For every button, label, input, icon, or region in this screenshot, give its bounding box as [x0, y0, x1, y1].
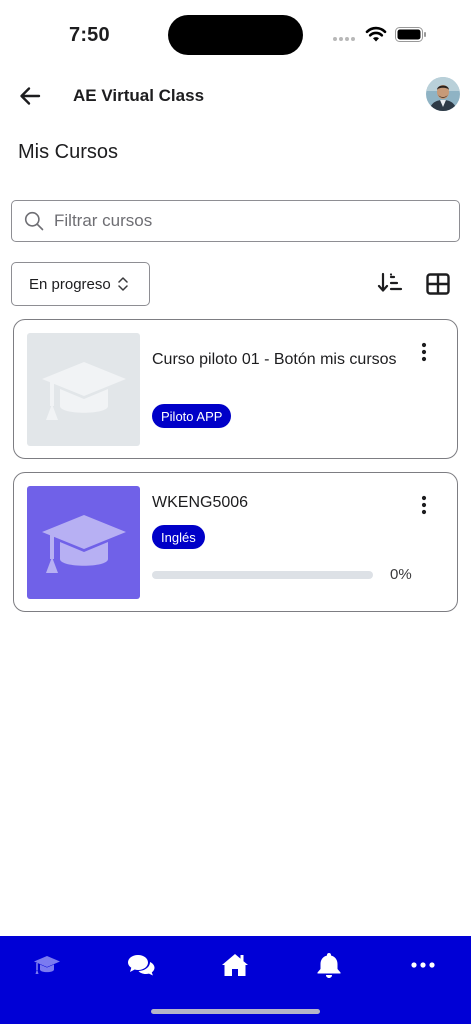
course-card[interactable]: WKENG5006 Inglés 0% [13, 472, 458, 612]
course-progress-label: 0% [390, 566, 412, 583]
more-vertical-icon[interactable] [416, 341, 432, 363]
home-indicator [151, 1009, 320, 1014]
course-category-badge: Inglés [152, 525, 205, 549]
dynamic-island [168, 15, 303, 55]
course-thumbnail [27, 486, 140, 599]
user-avatar[interactable] [426, 77, 460, 111]
cellular-signal-icon [333, 37, 357, 42]
arrow-left-icon [20, 87, 41, 105]
battery-icon [395, 27, 426, 42]
nav-courses-button[interactable] [29, 950, 65, 980]
chat-bubbles-icon [128, 955, 155, 976]
more-horizontal-icon [411, 962, 435, 968]
status-time: 7:50 [69, 24, 110, 46]
home-icon [222, 954, 248, 976]
more-vertical-icon[interactable] [416, 494, 432, 516]
graduation-cap-icon [41, 361, 126, 420]
nav-messages-button[interactable] [123, 950, 159, 980]
wifi-icon [365, 26, 387, 42]
grid-view-icon[interactable] [426, 273, 450, 295]
nav-home-button[interactable] [217, 950, 253, 980]
avatar-photo-icon [426, 77, 460, 111]
course-category-badge: Piloto APP [152, 404, 232, 428]
sort-icon[interactable] [377, 271, 403, 295]
back-button[interactable] [14, 82, 46, 110]
course-progress-bar [152, 571, 373, 579]
app-title: AE Virtual Class [73, 86, 205, 105]
status-bar: 7:50 [0, 0, 471, 70]
chevron-up-down-icon [117, 277, 128, 291]
search-icon [24, 211, 44, 231]
status-filter-label: En progreso [29, 275, 111, 293]
app-header: AE Virtual Class [0, 70, 471, 122]
page-title: Mis Cursos [18, 141, 119, 163]
course-card[interactable]: Curso piloto 01 - Botón mis cursos Pilot… [13, 319, 458, 459]
search-input[interactable] [54, 211, 434, 231]
status-filter-select[interactable]: En progreso [11, 262, 150, 306]
bell-icon [317, 953, 341, 978]
course-thumbnail [27, 333, 140, 446]
nav-more-button[interactable] [405, 950, 441, 980]
nav-notifications-button[interactable] [311, 950, 347, 980]
course-name[interactable]: Curso piloto 01 - Botón mis cursos [152, 349, 402, 371]
graduation-cap-icon [41, 514, 126, 573]
graduation-cap-icon [34, 956, 60, 974]
search-bar[interactable] [11, 200, 460, 242]
course-name[interactable]: WKENG5006 [152, 492, 402, 514]
